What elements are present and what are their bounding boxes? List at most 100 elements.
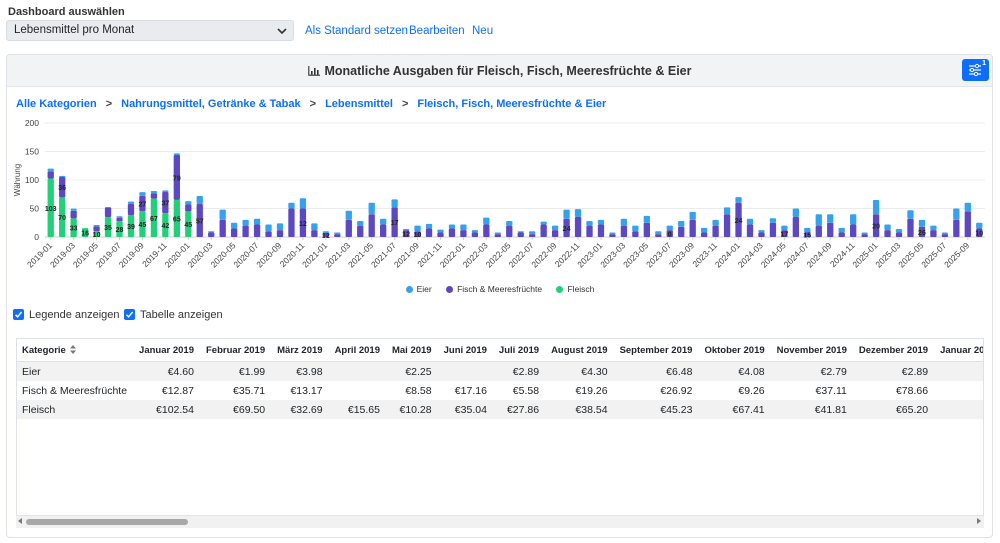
chart-legend: Eier Fisch & Meeresfrüchte Fleisch (0, 284, 1000, 294)
bar-segment (632, 231, 639, 237)
table-cell (329, 381, 386, 400)
bar-segment (540, 221, 547, 225)
data-label: 28 (116, 227, 124, 234)
data-label: 45 (184, 222, 192, 229)
bar-segment (632, 225, 639, 232)
bar-segment (127, 201, 135, 205)
bar-segment (208, 232, 215, 237)
bar-segment (643, 215, 650, 223)
column-header[interactable]: Oktober 2019 (698, 339, 771, 362)
x-tick-label: 2023-09 (667, 240, 696, 269)
bar-segment (655, 234, 662, 237)
show-legend-checkbox[interactable]: Legende anzeigen (13, 309, 120, 321)
column-header[interactable]: Juli 2019 (492, 339, 546, 362)
bar-segment (253, 224, 261, 237)
bar-segment (93, 226, 100, 232)
bar-segment (391, 199, 398, 208)
column-header[interactable]: November 2019 (770, 339, 853, 362)
column-header[interactable]: Kategorie (17, 339, 134, 362)
bar-segment (230, 228, 238, 237)
bar-segment (884, 230, 891, 237)
column-header[interactable]: April 2019 (328, 339, 386, 362)
table-cell: €37.11 (815, 384, 847, 397)
column-header[interactable]: März 2019 (271, 339, 329, 362)
show-table-checkbox[interactable]: Tabelle anzeigen (124, 309, 223, 321)
column-header[interactable]: Dezember 2019 (852, 339, 935, 362)
bar-segment (208, 231, 215, 233)
bar-segment (483, 224, 490, 237)
bar-segment (700, 232, 708, 237)
bar-segment (597, 224, 605, 237)
column-header-label: April 2019 (334, 344, 380, 356)
data-label: 24 (735, 218, 743, 225)
bar-segment (758, 232, 765, 237)
table-cell: € (934, 381, 983, 400)
bar-segment (884, 224, 891, 231)
horizontal-scrollbar[interactable] (16, 515, 984, 528)
column-header-label: Juli 2019 (498, 344, 540, 356)
table-cell: €78.66 (895, 384, 929, 397)
bar-segment (551, 225, 559, 231)
data-label: 12 (299, 221, 307, 228)
table-cell: €6.48 (613, 361, 699, 381)
bar-segment (609, 232, 616, 235)
column-header[interactable]: August 2019 (545, 339, 614, 362)
scroll-left-icon[interactable] (18, 518, 22, 524)
sort-icon[interactable] (69, 344, 76, 354)
bar-segment (953, 208, 960, 220)
column-header[interactable]: Juni 2019 (437, 339, 493, 362)
bar-segment (529, 234, 536, 237)
column-header-label: August 2019 (551, 344, 608, 356)
bar-segment (563, 209, 570, 219)
bar-segment (941, 232, 949, 235)
bar-segment (689, 219, 696, 237)
column-header[interactable]: Februar 2019 (199, 339, 272, 362)
bar-segment (402, 229, 410, 231)
bar-segment (265, 224, 272, 232)
bar-segment (758, 230, 765, 233)
table-cell: €45.23 (613, 400, 699, 419)
table-cell: €13.17 (290, 384, 323, 397)
scroll-right-icon[interactable] (977, 518, 981, 524)
bar-segment (150, 193, 158, 199)
column-header[interactable]: Januar 2019 (133, 339, 200, 362)
bar-segment (815, 214, 822, 226)
y-tick-label: 100 (25, 175, 39, 185)
bar-segment (242, 225, 249, 237)
bar-segment (735, 197, 742, 203)
x-tick-label: 2025-09 (942, 240, 971, 269)
data-label: 67 (150, 216, 158, 223)
data-label: 36 (58, 185, 66, 192)
table-cell: €41.81 (770, 400, 853, 419)
legend-item-fleisch[interactable]: Fleisch (556, 284, 594, 294)
column-header-label: Kategorie (22, 344, 66, 356)
column-header[interactable]: Januar 2020 (934, 339, 983, 362)
data-label: 103 (45, 206, 57, 213)
bar-segment (380, 218, 387, 225)
data-label: 12 (402, 232, 410, 239)
y-tick-label: 200 (25, 118, 39, 128)
bar-segment (311, 230, 318, 237)
bar-segment (127, 204, 135, 216)
bar-segment (574, 217, 582, 237)
bar-segment (723, 214, 731, 237)
bar-segment (827, 222, 834, 237)
bar-segment (116, 216, 123, 218)
data-label: 20 (872, 224, 880, 231)
legend-item-eier[interactable]: Eier (405, 284, 432, 294)
bar-segment (953, 219, 960, 237)
table-cell: €9.26 (738, 384, 765, 397)
bar-segment (334, 234, 341, 237)
bar-segment (357, 225, 364, 237)
data-label: 33 (70, 226, 78, 233)
column-header[interactable]: September 2019 (613, 339, 699, 362)
table-cell: €8.58 (405, 384, 432, 397)
bar-segment (930, 225, 937, 231)
legend-item-fisch[interactable]: Fisch & Meeresfrüchte (446, 284, 542, 294)
scrollbar-thumb[interactable] (26, 519, 188, 525)
bar-segment (620, 218, 628, 226)
bar-segment (574, 209, 582, 218)
bar-segment (781, 225, 788, 231)
bar-segment (976, 222, 983, 229)
column-header[interactable]: Mai 2019 (385, 339, 438, 362)
